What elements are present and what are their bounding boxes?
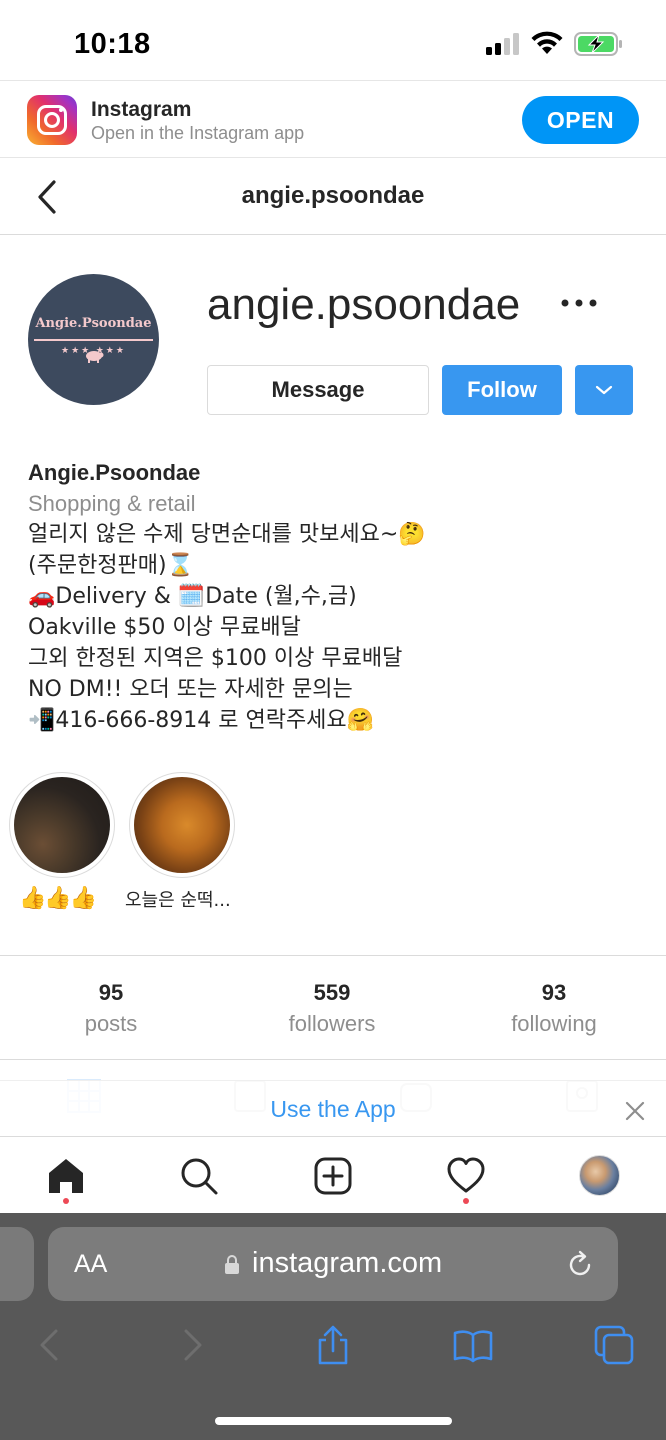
bottom-navigation [0,1137,666,1213]
open-app-button[interactable]: OPEN [522,96,639,144]
open-in-app-banner: Instagram Open in the Instagram app OPEN [0,80,666,158]
new-post-icon[interactable] [313,1156,353,1196]
avatar-logo-text: Angie.Psoondae [35,316,152,331]
story-highlight[interactable]: 👍👍👍 [9,772,115,911]
following-stat[interactable]: 93 following [454,978,654,1040]
activity-notification-dot [463,1198,469,1204]
chevron-down-icon [595,385,613,395]
profile-avatar[interactable]: Angie.Psoondae ★★★ ★★★ [28,274,159,405]
highlight-label: 👍👍👍 [19,886,97,911]
url-text[interactable]: instagram.com [252,1247,442,1280]
more-options-icon[interactable] [560,296,598,310]
safari-toolbar: AA instagram.com [0,1213,666,1440]
share-icon[interactable] [313,1325,353,1365]
highlight-label: 오늘은 순떡... [125,890,231,911]
cellular-signal-icon [486,33,519,55]
banner-title: Instagram [91,98,192,121]
bio-line: NO DM!! 오더 또는 자세한 문의는 [28,677,353,702]
profile-bio: Angie.Psoondae Shopping & retail 얼리지 않은 … [28,457,648,736]
address-bar[interactable]: AA instagram.com [48,1227,618,1301]
bio-line: Oakville $50 이상 무료배달 [28,615,301,640]
status-time: 10:18 [74,28,151,60]
bio-line[interactable]: 📲416-666-8914 로 연락주세요🤗 [28,705,648,736]
home-indicator[interactable] [215,1417,452,1425]
home-notification-dot [63,1198,69,1204]
bio-category: Shopping & retail [28,491,196,516]
following-count: 93 [541,980,567,1005]
banner-subtitle: Open in the Instagram app [91,123,305,143]
followers-label: followers [288,1011,376,1036]
story-highlight[interactable]: 오늘은 순떡... [125,772,235,911]
use-the-app-bar: Use the App [0,1080,666,1137]
highlight-cover-image [14,777,110,873]
own-profile-avatar[interactable] [579,1155,620,1196]
wifi-icon [531,31,563,54]
status-bar: 10:18 [0,0,666,80]
previous-tab-peek[interactable] [0,1227,34,1301]
battery-charging-icon [574,32,622,56]
bookmarks-icon[interactable] [453,1325,493,1365]
message-button[interactable]: Message [207,365,429,415]
search-icon[interactable] [179,1156,219,1196]
pig-icon [86,351,104,363]
bio-name: Angie.Psoondae [28,460,201,485]
followers-stat[interactable]: 559 followers [232,978,432,1040]
instagram-logo-icon [27,95,77,145]
bio-line: 🚗Delivery & 🗓️Date (월,수,금) [28,584,357,609]
page-title: angie.psoondae [241,182,425,209]
forward-arrow-icon[interactable] [172,1325,212,1365]
suggested-accounts-dropdown-button[interactable] [575,365,633,415]
profile-username: angie.psoondae [207,280,521,329]
followers-count: 559 [313,980,351,1005]
avatar-divider [34,339,153,341]
profile-stats: 95 posts 559 followers 93 following [0,955,666,1060]
back-arrow-icon[interactable] [30,1325,70,1365]
highlight-ring [9,772,115,878]
follow-button[interactable]: Follow [442,365,562,415]
following-label: following [511,1011,597,1036]
highlight-cover-image [134,777,230,873]
bio-line: 그외 한정된 지역은 $100 이상 무료배달 [28,646,403,671]
tabs-icon[interactable] [594,1325,634,1365]
bio-line: (주문한정판매)⌛ [28,553,194,578]
use-the-app-link[interactable]: Use the App [0,1096,666,1123]
posts-label: posts [84,1011,138,1036]
posts-stat[interactable]: 95 posts [11,978,211,1040]
posts-count: 95 [98,980,124,1005]
activity-heart-icon[interactable] [446,1156,486,1196]
highlight-ring [129,772,235,878]
bio-line: 얼리지 않은 수제 당면순대를 맛보세요~🤔 [28,522,426,547]
close-icon[interactable] [624,1100,646,1122]
reload-icon[interactable] [565,1250,595,1280]
reader-options-button[interactable]: AA [74,1250,107,1279]
home-icon[interactable] [46,1156,86,1196]
lock-icon [225,1255,239,1274]
profile-nav-header: angie.psoondae [0,158,666,235]
